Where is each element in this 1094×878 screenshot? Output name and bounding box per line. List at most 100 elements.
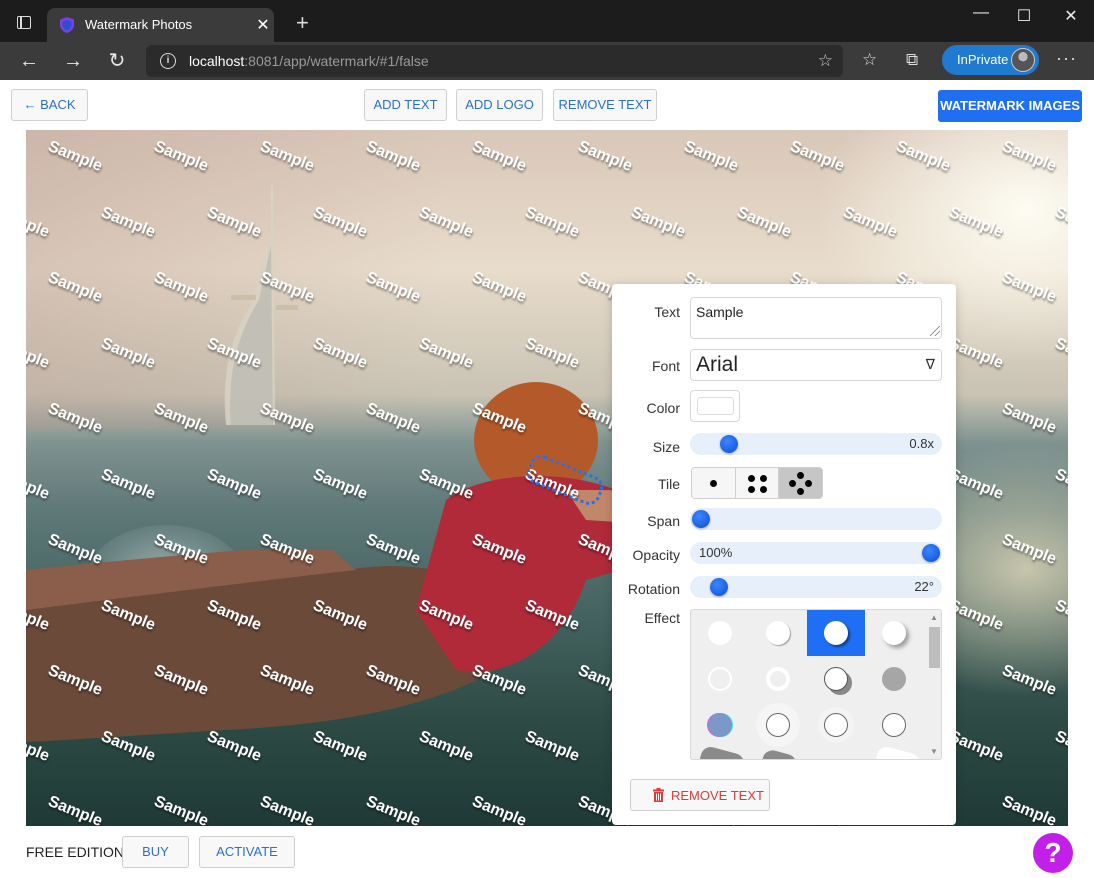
span-slider[interactable] [690,508,942,530]
effect-soft-glow-icon [824,713,848,737]
effect-thin-outline-icon [882,713,906,737]
watermark-text: Sample [999,662,1059,700]
effect-option[interactable] [691,702,749,748]
size-slider[interactable]: 0.8x [690,433,942,455]
address-bar[interactable]: i localhost:8081/app/watermark/#1/false … [146,45,843,77]
more-options-icon[interactable]: ··· [1056,48,1077,69]
tab-title: Watermark Photos [85,17,193,32]
effect-option[interactable] [691,610,749,656]
edition-label: FREE EDITION [26,844,125,860]
window-close-icon[interactable]: ✕ [1056,6,1086,26]
remove-text-button[interactable]: REMOVE TEXT [553,89,657,121]
font-select[interactable]: Arial ∇ [690,349,942,381]
effect-option[interactable] [807,702,865,748]
opacity-slider-knob[interactable] [922,544,940,562]
tile-options [691,467,823,499]
scroll-up-icon[interactable]: ▲ [930,613,938,622]
effect-option[interactable] [749,702,807,748]
watermark-text: Sample [1052,334,1068,372]
watermark-text: Sample [522,334,582,372]
buy-button[interactable]: BUY [122,836,189,868]
effect-picker[interactable]: ▲ ▼ [690,609,942,760]
size-label: Size [652,439,680,455]
tile-staggered-button[interactable] [779,468,822,498]
opacity-label: Opacity [632,547,680,563]
effect-option[interactable] [865,656,923,702]
rotation-slider-knob[interactable] [710,578,729,596]
tile-grid-button[interactable] [735,468,780,498]
span-label: Span [647,513,680,529]
maximize-icon[interactable]: ☐ [1009,6,1039,26]
watermark-text: Sample [840,203,900,241]
watermark-text: Sample [734,203,794,241]
effect-shadow-large-icon [882,621,906,645]
effect-option[interactable] [749,656,807,702]
add-text-button[interactable]: ADD TEXT [364,89,447,121]
watermark-text: Sample [999,138,1059,176]
watermark-text: Sample [1052,596,1068,634]
effect-option[interactable] [691,744,749,759]
text-properties-panel: Text Sample Font Arial ∇ Color Size 0.8x… [612,284,956,825]
activate-button[interactable]: ACTIVATE [199,836,295,868]
url-text[interactable]: localhost:8081/app/watermark/#1/false [189,53,429,69]
scrollbar-thumb[interactable] [929,627,940,668]
browser-titlebar: Watermark Photos ✕ + — ☐ ✕ [0,0,1094,42]
minimize-icon[interactable]: — [966,4,996,22]
back-button[interactable]: ← BACK [11,89,88,121]
tile-staggered-icon [797,472,805,479]
effect-gray-icon [882,667,906,691]
refresh-icon[interactable]: ↻ [104,48,130,74]
watermark-text: Sample [628,203,688,241]
forward-arrow-icon[interactable]: → [60,48,86,74]
panel-remove-text-button[interactable]: REMOVE TEXT [630,779,770,811]
app-footer: FREE EDITION BUY ACTIVATE ? [0,826,1094,878]
favorites-icon[interactable]: ☆ [862,50,877,70]
effect-option[interactable] [865,744,923,759]
watermark-text-input[interactable]: Sample [690,297,942,339]
collections-icon[interactable]: ⧉ [906,50,918,70]
tab-close-icon[interactable]: ✕ [252,15,274,35]
effect-option[interactable] [807,656,865,702]
effect-option[interactable] [865,610,923,656]
shield-icon [60,17,74,33]
inprivate-button[interactable]: InPrivate [942,45,1039,75]
add-logo-button[interactable]: ADD LOGO [456,89,543,121]
new-tab-button[interactable]: + [296,10,309,36]
opacity-slider[interactable]: 100% [690,542,942,564]
app-header: ← BACK ADD TEXT ADD LOGO REMOVE TEXT WAT… [0,80,1094,130]
watermark-images-button[interactable]: WATERMARK IMAGES [938,90,1082,122]
browser-tab[interactable]: Watermark Photos ✕ [47,8,274,42]
resize-grip-icon[interactable] [930,326,940,336]
watermark-text: Sample [469,269,529,307]
watermark-text: Sample [151,793,211,826]
info-icon[interactable]: i [160,53,176,69]
tile-single-icon [710,480,717,487]
watermark-text: Sample [999,269,1059,307]
scroll-down-icon[interactable]: ▼ [930,747,938,756]
tile-single-button[interactable] [692,468,736,498]
back-arrow-icon[interactable]: ← [16,48,42,74]
effect-glow-icon [766,713,790,737]
effect-label: Effect [644,610,680,626]
effect-chromatic-icon [708,713,732,737]
effect-plain-icon [708,621,732,645]
effect-option[interactable] [865,702,923,748]
color-picker[interactable] [690,390,740,422]
add-favorite-icon[interactable]: ☆ [818,51,833,71]
remove-text-label: REMOVE TEXT [671,788,764,803]
effect-scrollbar[interactable]: ▲ ▼ [927,610,941,759]
tab-actions-icon[interactable] [17,16,31,29]
help-button[interactable]: ? [1033,833,1073,873]
tile-grid-icon [747,475,755,482]
watermark-text: Sample [522,203,582,241]
size-slider-knob[interactable] [719,435,738,453]
effect-option[interactable] [691,656,749,702]
span-slider-knob[interactable] [692,510,710,528]
rotation-slider[interactable]: 22° [690,576,942,598]
effect-option[interactable] [807,610,865,656]
opacity-value: 100% [699,545,733,560]
effect-option[interactable] [749,610,807,656]
effect-option[interactable] [749,748,807,759]
watermark-text: Sample [98,465,158,503]
color-label: Color [646,400,680,416]
